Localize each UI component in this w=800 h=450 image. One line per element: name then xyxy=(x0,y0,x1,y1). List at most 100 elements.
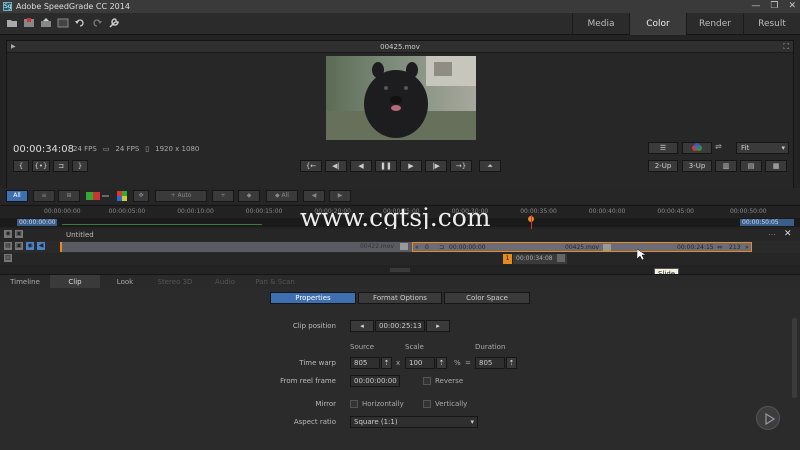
prev-key-icon[interactable]: ◀ xyxy=(303,190,325,202)
loop-icon[interactable]: ⊐ xyxy=(53,160,69,172)
tab-color[interactable]: Color xyxy=(629,13,686,35)
zoom-select[interactable]: Fit ▾ xyxy=(736,142,789,154)
loop-playback-icon[interactable]: ⏶ xyxy=(479,160,501,172)
play-reverse-icon[interactable]: ◀ xyxy=(350,160,372,172)
reverse-checkbox[interactable] xyxy=(423,377,431,385)
clip-properties-panel: Properties Format Options Color Space Cl… xyxy=(0,288,800,450)
clip-00425[interactable]: « 0 ⊐ 00:00:00:00 00425.mov 00:00:24:15 … xyxy=(412,242,752,252)
clip-position-field[interactable]: 00:00:25:13 xyxy=(375,320,425,332)
duration-field[interactable]: 805 xyxy=(475,357,505,369)
scale-field[interactable]: 100 xyxy=(405,357,435,369)
minimize-button[interactable]: — xyxy=(751,1,760,12)
wrench-icon[interactable] xyxy=(108,17,120,29)
auto-label: Auto xyxy=(177,192,192,199)
maximize-button[interactable]: ❐ xyxy=(770,1,778,12)
lock-icon-2[interactable]: ▣ xyxy=(15,242,23,250)
clip-tabs: Timeline Clip Look Stereo 3D Audio Pan &… xyxy=(0,274,800,289)
ruler-tick-label: 00:00:50:00 xyxy=(730,208,767,215)
fullscreen-icon[interactable]: ⛶ xyxy=(783,41,789,53)
render-icon[interactable] xyxy=(57,17,69,29)
source-stepper-icon[interactable]: ⇡ xyxy=(381,357,392,369)
scale-stepper-icon[interactable]: ⇡ xyxy=(436,357,447,369)
app-icon: Sg xyxy=(3,2,12,11)
tab-clip[interactable]: Clip xyxy=(50,275,100,289)
keyframe-icon[interactable]: ◆ xyxy=(238,190,260,202)
vertically-checkbox[interactable] xyxy=(423,400,431,408)
clip-position-next-icon[interactable]: ▸ xyxy=(426,320,450,332)
panel-resize-handle[interactable] xyxy=(390,268,410,272)
source-field[interactable]: 805 xyxy=(350,357,380,369)
tab-stereo-3d[interactable]: Stereo 3D xyxy=(150,275,200,289)
color-grid-icon[interactable] xyxy=(116,190,128,202)
play-overlay-icon[interactable] xyxy=(756,406,780,430)
eye-icon[interactable]: ◉ xyxy=(4,230,12,238)
trim-icon: ⊐ xyxy=(439,244,445,251)
mark-in-button[interactable]: { xyxy=(13,160,29,172)
tab-look[interactable]: Look xyxy=(100,275,150,289)
tab-pan-scan[interactable]: Pan & Scan xyxy=(250,275,300,289)
color-wheels-icon[interactable] xyxy=(682,142,712,154)
audio-icon[interactable]: ◀ xyxy=(37,242,45,250)
crosshair-icon[interactable]: ✥ xyxy=(133,190,149,202)
aspect-ratio-select[interactable]: Square (1:1) ▾ xyxy=(350,416,478,428)
track-menu-icon[interactable]: ⋯ xyxy=(768,230,776,239)
playhead-marker: 1 xyxy=(503,254,512,264)
audio-track: ▥ 1 00:00:34:08 xyxy=(0,253,800,265)
close-button[interactable]: ✕ xyxy=(788,1,796,12)
segment-color-space[interactable]: Color Space xyxy=(444,292,530,304)
from-reel-field[interactable]: 00:00:00:00 xyxy=(350,375,400,387)
viewer-header: ▶ 00425.mov ⛶ xyxy=(7,41,793,53)
tab-render[interactable]: Render xyxy=(686,13,743,35)
two-up-button[interactable]: 2-Up xyxy=(648,160,678,172)
play-icon[interactable]: ▶ xyxy=(400,160,422,172)
grade-icon[interactable]: ▤ xyxy=(4,242,12,250)
duration-stepper-icon[interactable]: ⇡ xyxy=(506,357,517,369)
tab-audio[interactable]: Audio xyxy=(200,275,250,289)
all-button[interactable]: All xyxy=(6,190,28,202)
panel-scrollbar[interactable] xyxy=(792,318,797,398)
clip1-name: 00422.mov xyxy=(359,243,394,250)
clip2-in: 00:00:00:00 xyxy=(449,244,486,251)
split-wipe-icon[interactable]: ▦ xyxy=(765,160,787,172)
scopes-icon[interactable]: ☰ xyxy=(648,142,678,154)
horizontally-checkbox[interactable] xyxy=(350,400,358,408)
clip-00422[interactable]: 00422.mov xyxy=(60,242,412,252)
folder-icon[interactable] xyxy=(6,17,18,29)
clip2-left-val: 0 xyxy=(425,244,429,251)
tab-media[interactable]: Media xyxy=(572,13,629,35)
go-start-icon[interactable]: {← xyxy=(300,160,322,172)
play-triangle-icon[interactable]: ▶ xyxy=(11,41,16,53)
track-close-icon[interactable]: ✕ xyxy=(784,229,792,239)
tab-timeline[interactable]: Timeline xyxy=(0,275,50,289)
all-keyframes-button[interactable]: ◆ All xyxy=(266,190,298,202)
next-key-icon[interactable]: ▶ xyxy=(329,190,351,202)
undo-icon[interactable] xyxy=(74,17,86,29)
add-icon[interactable]: + xyxy=(212,190,234,202)
mark-inout-button[interactable]: {•} xyxy=(32,160,50,172)
mark-out-button[interactable]: } xyxy=(72,160,88,172)
auto-button[interactable]: + Auto xyxy=(155,190,207,202)
visibility-icon[interactable]: ◉ xyxy=(26,242,34,250)
export-icon[interactable] xyxy=(40,17,52,29)
redo-icon[interactable] xyxy=(91,17,103,29)
color-swap-icon[interactable] xyxy=(85,190,111,202)
percent-symbol: % xyxy=(454,359,461,367)
segment-format-options[interactable]: Format Options xyxy=(358,292,442,304)
grade-layer-icon[interactable]: ≡ xyxy=(33,190,55,202)
next-frame-icon[interactable]: |▶ xyxy=(425,160,447,172)
go-end-icon[interactable]: →} xyxy=(450,160,472,172)
segment-properties[interactable]: Properties xyxy=(270,292,356,304)
clip-position-prev-icon[interactable]: ◂ xyxy=(350,320,374,332)
film-icon[interactable]: ▥ xyxy=(4,254,12,262)
nested-icon[interactable]: ⊞ xyxy=(58,190,80,202)
three-up-button[interactable]: 3-Up xyxy=(682,160,712,172)
split-vertical-icon[interactable]: ▤ xyxy=(740,160,762,172)
tab-result[interactable]: Result xyxy=(743,13,800,35)
prev-frame-icon[interactable]: ◀| xyxy=(325,160,347,172)
split-icon[interactable]: ▥ xyxy=(715,160,737,172)
ruler-tick-label: 00:00:40:00 xyxy=(588,208,626,215)
save-red-icon[interactable] xyxy=(23,17,35,29)
pause-icon[interactable]: ❚❚ xyxy=(375,160,397,172)
lock-icon[interactable]: ▣ xyxy=(15,230,23,238)
compare-icon[interactable]: ⇌ xyxy=(715,142,733,154)
